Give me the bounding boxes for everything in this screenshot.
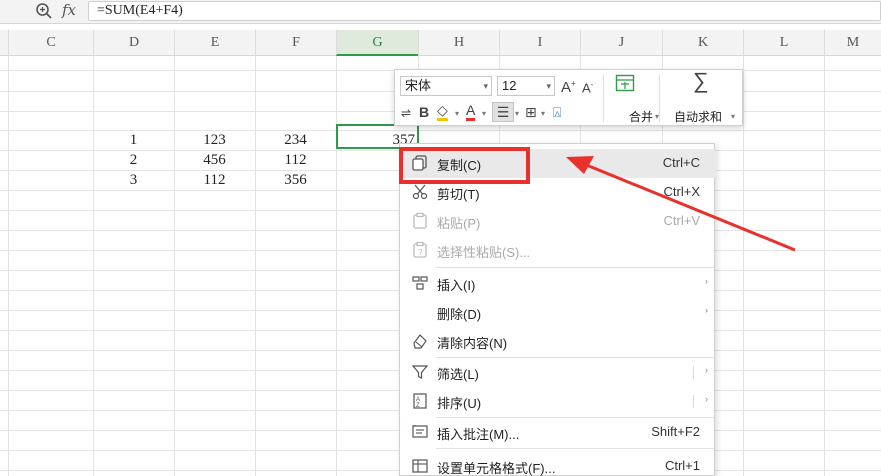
svg-text:?: ? bbox=[418, 248, 423, 257]
format-painter-icon[interactable]: ⍓ bbox=[553, 103, 561, 121]
menu-item-shortcut: Ctrl+1 bbox=[664, 458, 700, 473]
menu-item-format-cells[interactable]: 设置单元格格式(F)... Ctrl+1 bbox=[400, 452, 716, 476]
format-cells-icon bbox=[412, 459, 428, 473]
column-header-m[interactable]: M bbox=[824, 30, 881, 56]
font-name-value: 宋体 bbox=[405, 78, 432, 93]
chevron-down-icon[interactable]: ▾ bbox=[482, 105, 486, 123]
column-header-h[interactable]: H bbox=[418, 30, 499, 56]
toolbar-divider bbox=[603, 74, 604, 122]
column-header-j[interactable]: J bbox=[580, 30, 662, 56]
scissors-icon bbox=[412, 184, 428, 200]
menu-split-divider bbox=[693, 395, 694, 408]
column-header-f[interactable]: F bbox=[255, 30, 336, 56]
menu-item-label: 粘贴(P) bbox=[437, 216, 481, 231]
menu-item-label: 剪切(T) bbox=[437, 187, 480, 202]
cell-d6[interactable]: 3 bbox=[93, 170, 174, 190]
column-header-c[interactable]: C bbox=[8, 30, 93, 56]
column-header-d[interactable]: D bbox=[93, 30, 174, 56]
shrink-font-button[interactable]: A- bbox=[582, 76, 593, 97]
cell-e6[interactable]: 112 bbox=[174, 170, 255, 190]
menu-item-sort[interactable]: AZ 排序(U) › bbox=[400, 387, 716, 416]
annotation-highlight-box bbox=[399, 147, 530, 184]
border-icon[interactable]: ⊞ bbox=[525, 103, 537, 121]
merge-icon[interactable] bbox=[615, 74, 635, 92]
paste-icon bbox=[413, 212, 427, 229]
menu-item-label: 设置单元格格式(F)... bbox=[437, 461, 556, 476]
cell-f5[interactable]: 112 bbox=[255, 150, 336, 170]
formula-bar: fx =SUM(E4+F4) bbox=[0, 0, 881, 24]
cell-d4[interactable]: 1 bbox=[93, 130, 174, 150]
menu-item-filter[interactable]: 筛选(L) › bbox=[400, 358, 716, 387]
autosum-button-label[interactable]: 自动求和 bbox=[674, 108, 722, 125]
menu-item-label: 插入批注(M)... bbox=[437, 427, 520, 442]
chevron-down-icon[interactable]: ▾ bbox=[541, 105, 545, 123]
wrap-text-icon[interactable]: ⇌ bbox=[401, 104, 411, 122]
font-color-button[interactable]: A bbox=[466, 103, 476, 121]
menu-item-label: 筛选(L) bbox=[437, 367, 479, 382]
bold-button[interactable]: B bbox=[419, 103, 429, 121]
merge-button-label[interactable]: 合并 bbox=[629, 108, 653, 125]
column-header-g[interactable]: G bbox=[336, 30, 418, 56]
sort-icon: AZ bbox=[413, 393, 427, 409]
menu-item-insert[interactable]: 插入(I) › bbox=[400, 269, 716, 298]
chevron-down-icon[interactable]: ▾ bbox=[455, 105, 459, 123]
font-size-select[interactable]: 12 ▾ bbox=[497, 76, 555, 96]
menu-item-clear-contents[interactable]: 清除内容(N) bbox=[400, 327, 716, 356]
toolbar-divider bbox=[659, 74, 660, 122]
mini-toolbar: 宋体 ▾ 12 ▾ A+ A- ∑ ⇌ B ◇ ▾ A ▾ ☰ ▾ ⊞ ▾ ⍓ … bbox=[394, 69, 743, 126]
menu-item-shortcut: Shift+F2 bbox=[651, 424, 700, 439]
grow-font-button[interactable]: A+ bbox=[561, 75, 576, 97]
align-center-button[interactable]: ☰ bbox=[492, 102, 514, 122]
cell-f4[interactable]: 234 bbox=[255, 130, 336, 150]
autosum-icon[interactable]: ∑ bbox=[693, 70, 709, 92]
paste-special-icon: ? bbox=[413, 241, 427, 258]
menu-item-label: 排序(U) bbox=[437, 396, 482, 411]
column-header-i[interactable]: I bbox=[499, 30, 580, 56]
chevron-down-icon[interactable]: ▾ bbox=[515, 105, 519, 123]
filter-icon bbox=[411, 365, 429, 379]
chevron-down-icon: ▾ bbox=[483, 81, 488, 91]
submenu-arrow-icon: › bbox=[705, 305, 708, 315]
cell-d5[interactable]: 2 bbox=[93, 150, 174, 170]
cell-e4[interactable]: 123 bbox=[174, 130, 255, 150]
font-size-value: 12 bbox=[502, 78, 517, 93]
menu-item-label: 清除内容(N) bbox=[437, 336, 508, 351]
column-header-e[interactable]: E bbox=[174, 30, 255, 56]
formula-input[interactable]: =SUM(E4+F4) bbox=[88, 1, 881, 21]
fx-icon[interactable]: fx bbox=[62, 1, 76, 19]
menu-item-insert-comment[interactable]: 插入批注(M)... Shift+F2 bbox=[400, 418, 716, 447]
font-name-select[interactable]: 宋体 ▾ bbox=[400, 76, 492, 96]
insert-icon bbox=[412, 276, 428, 290]
column-header-l[interactable]: L bbox=[743, 30, 824, 56]
menu-item-delete[interactable]: 删除(D) › bbox=[400, 298, 716, 327]
chevron-down-icon[interactable]: ▾ bbox=[731, 108, 735, 126]
menu-divider bbox=[436, 267, 714, 268]
submenu-arrow-icon: › bbox=[705, 365, 708, 375]
annotation-arrow bbox=[566, 156, 796, 252]
menu-item-label: 插入(I) bbox=[437, 278, 476, 293]
chevron-down-icon: ▾ bbox=[546, 81, 551, 91]
submenu-arrow-icon: › bbox=[705, 276, 708, 286]
svg-text:Z: Z bbox=[416, 403, 420, 409]
menu-divider bbox=[436, 448, 714, 449]
menu-item-label: 选择性粘贴(S)... bbox=[437, 245, 531, 260]
fill-color-icon[interactable]: ◇ bbox=[437, 103, 448, 121]
menu-split-divider bbox=[693, 366, 694, 379]
chevron-down-icon[interactable]: ▾ bbox=[655, 108, 659, 126]
submenu-arrow-icon: › bbox=[705, 394, 708, 404]
column-header-k[interactable]: K bbox=[662, 30, 743, 56]
eraser-icon bbox=[413, 334, 427, 349]
menu-item-label: 删除(D) bbox=[437, 307, 482, 322]
column-header: C D E F G H I J K L M bbox=[0, 30, 881, 56]
cell-e5[interactable]: 456 bbox=[174, 150, 255, 170]
comment-icon bbox=[412, 425, 428, 438]
zoom-icon[interactable] bbox=[35, 2, 53, 20]
cell-f6[interactable]: 356 bbox=[255, 170, 336, 190]
